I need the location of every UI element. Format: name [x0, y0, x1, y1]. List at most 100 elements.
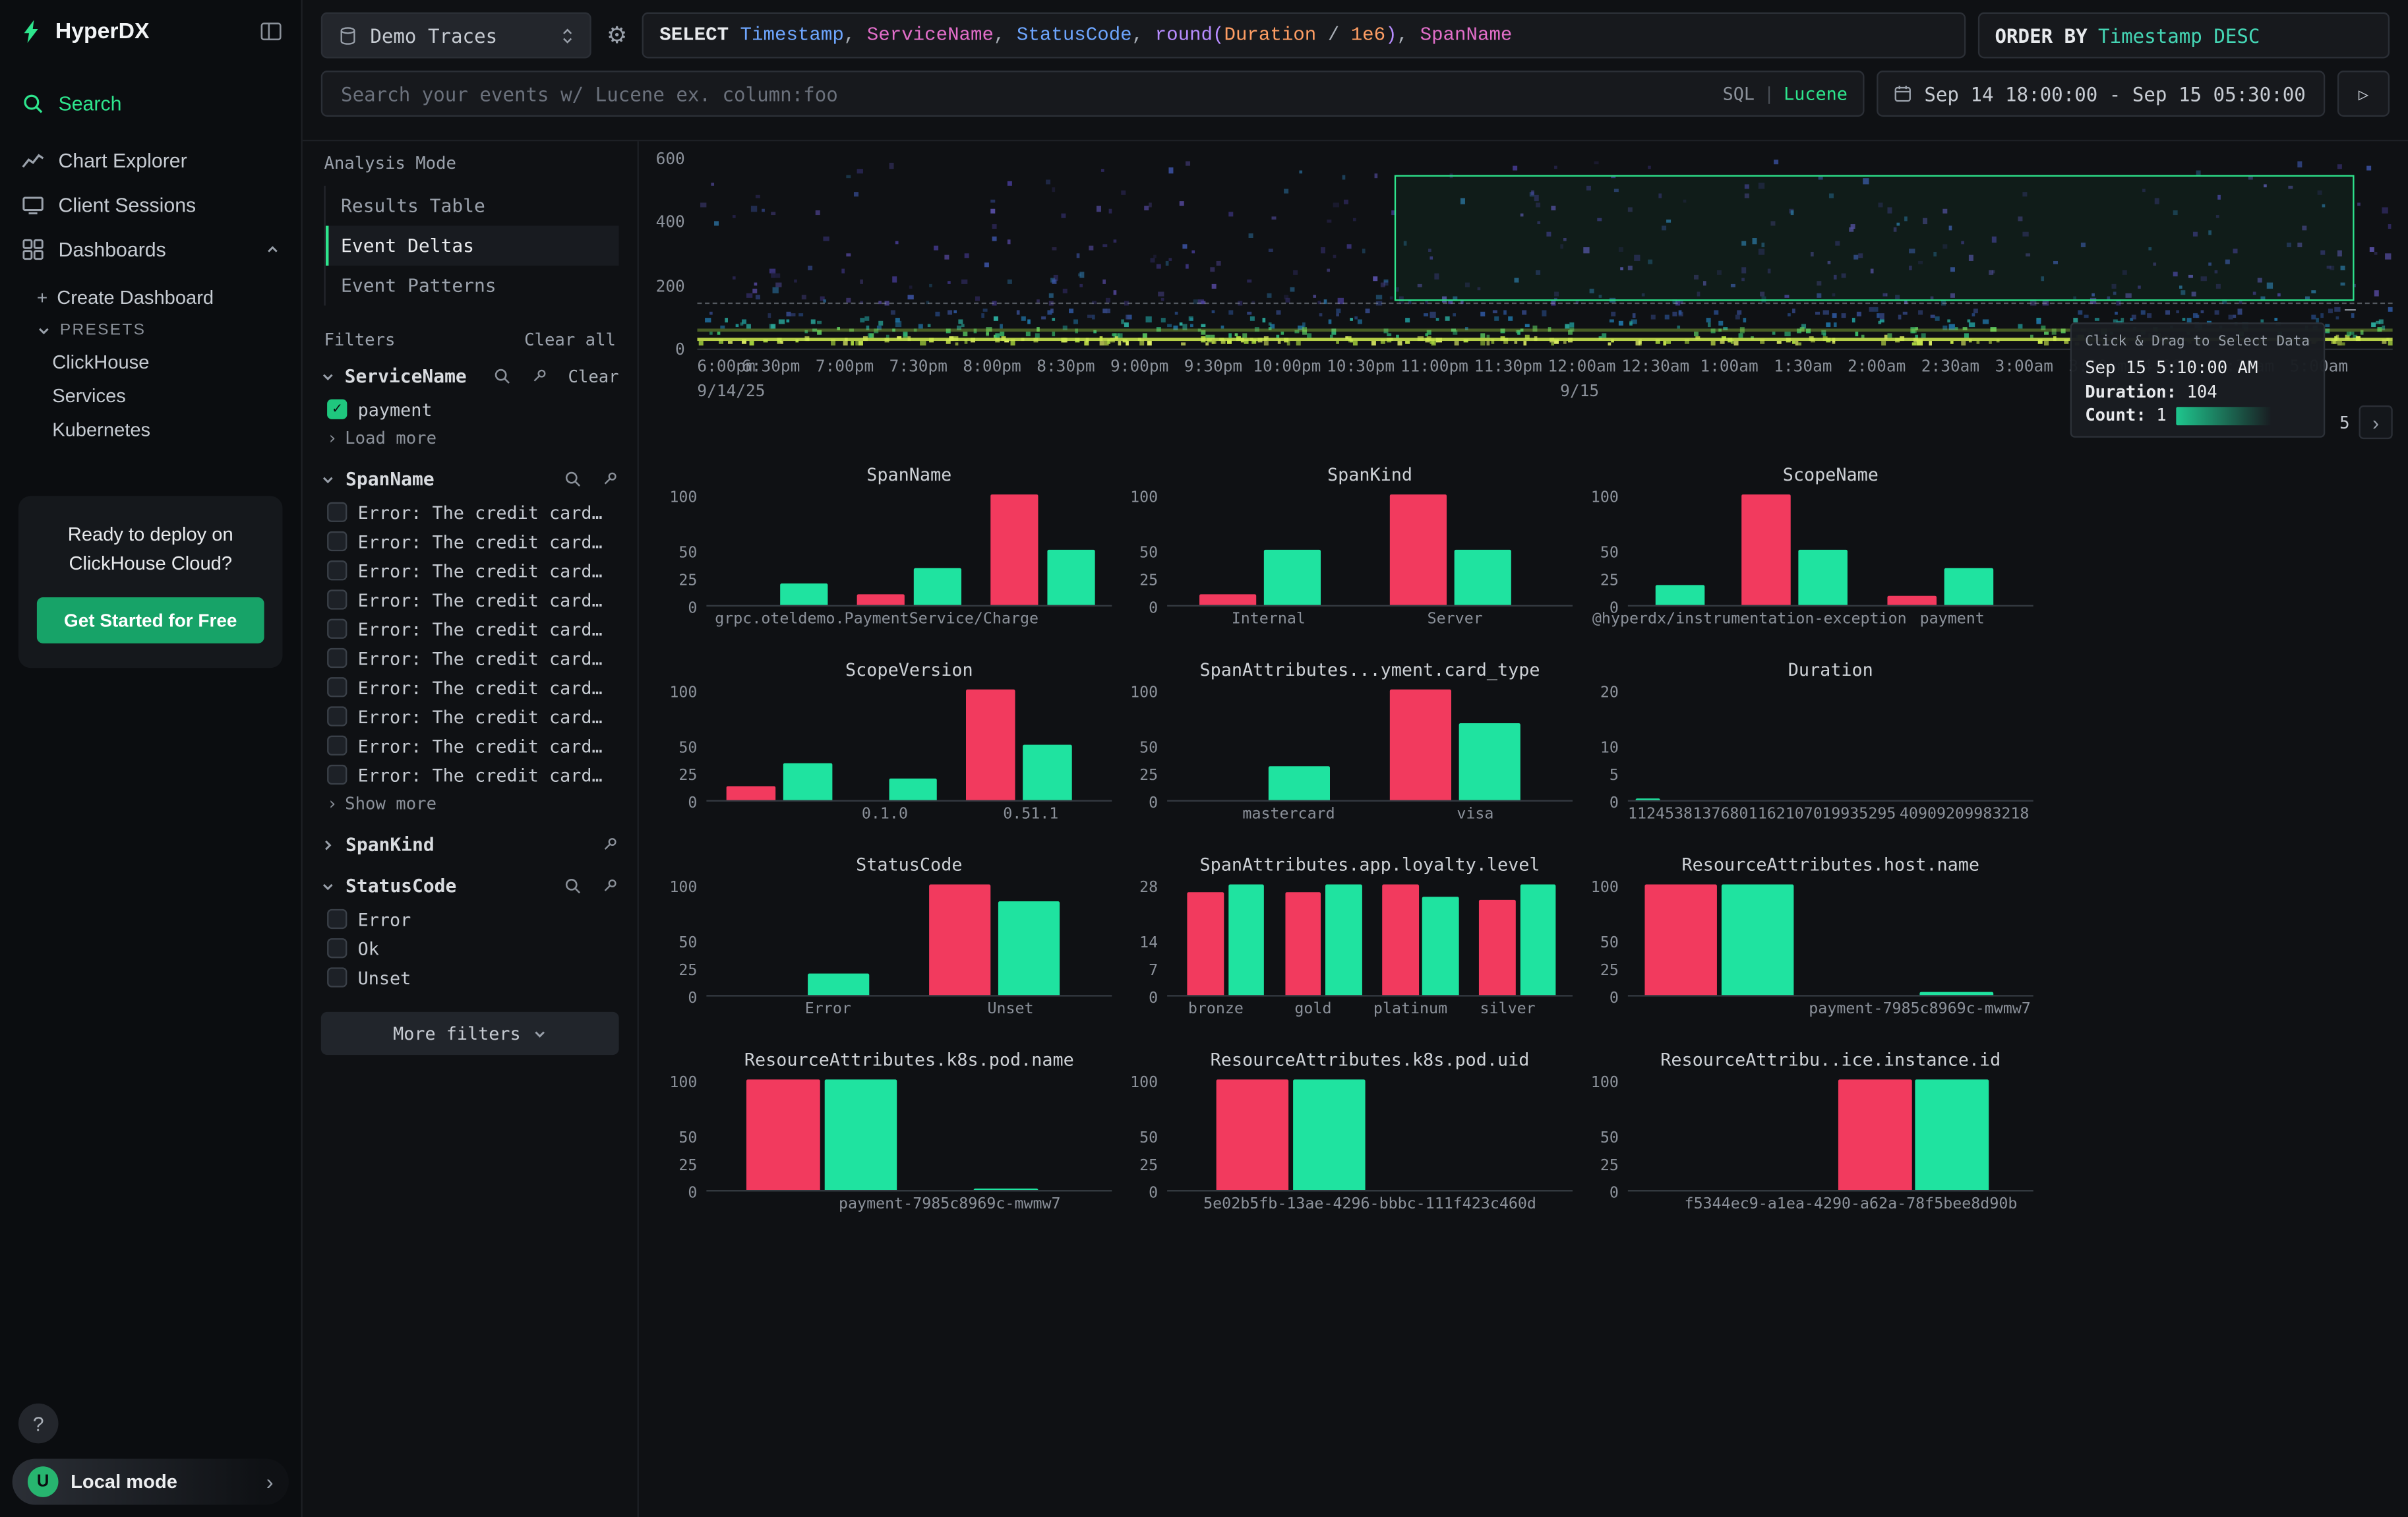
checkbox[interactable]: [327, 619, 347, 639]
bar-green[interactable]: [1636, 798, 1660, 800]
bar-red[interactable]: [1284, 893, 1321, 996]
bar-green[interactable]: [1920, 992, 1993, 995]
source-select[interactable]: Demo Traces: [321, 13, 591, 59]
get-started-button[interactable]: Get Started for Free: [37, 597, 264, 643]
bar-green[interactable]: [1265, 550, 1321, 605]
bar-red[interactable]: [1390, 690, 1451, 800]
chevron-right-icon[interactable]: [321, 838, 338, 852]
analysis-mode-event-patterns[interactable]: Event Patterns: [326, 266, 619, 306]
chevron-down-icon[interactable]: [321, 879, 338, 893]
checkbox[interactable]: [327, 706, 347, 726]
analysis-mode-results-table[interactable]: Results Table: [326, 186, 619, 226]
search-input[interactable]: [338, 80, 1710, 107]
load-more-button[interactable]: ›Show more: [321, 789, 619, 814]
sidebar-item-search[interactable]: Search: [0, 81, 301, 126]
bar-green[interactable]: [783, 763, 832, 800]
filter-option[interactable]: Error: The credit card (…: [321, 672, 619, 701]
filter-option[interactable]: Error: The credit card (…: [321, 614, 619, 643]
chart-plot[interactable]: [1628, 496, 2033, 607]
checkbox[interactable]: [327, 736, 347, 756]
bar-red[interactable]: [1887, 596, 1936, 605]
timeline-plot[interactable]: [697, 154, 2392, 350]
checkbox[interactable]: [327, 909, 347, 929]
checkbox[interactable]: [327, 938, 347, 958]
filter-option[interactable]: Error: The credit card (…: [321, 760, 619, 789]
chart-plot[interactable]: [706, 886, 1112, 997]
date-range-picker[interactable]: Sep 14 18:00:00 - Sep 15 05:30:00: [1877, 71, 2325, 117]
selection-rectangle[interactable]: [1394, 175, 2353, 301]
checkbox[interactable]: [327, 967, 347, 987]
bar-green[interactable]: [1422, 897, 1459, 996]
events-timeline-chart[interactable]: 6004002000 6:00pm6:30pm7:00pm7:30pm8:00p…: [639, 141, 2408, 411]
bar-green[interactable]: [913, 568, 962, 605]
bar-green[interactable]: [998, 901, 1059, 996]
sidebar-item-client-sessions[interactable]: Client Sessions: [0, 183, 301, 227]
sidebar-item-create-dashboard[interactable]: +Create Dashboard: [0, 281, 301, 314]
filter-option[interactable]: Unset: [321, 963, 619, 992]
filter-option[interactable]: Error: The credit card (…: [321, 643, 619, 672]
bar-green[interactable]: [1915, 1079, 1989, 1190]
sql-select-input[interactable]: SELECT Timestamp, ServiceName, StatusCod…: [643, 13, 1966, 59]
bar-red[interactable]: [1382, 885, 1418, 996]
filter-option[interactable]: Error: The credit card (…: [321, 585, 619, 614]
bar-green[interactable]: [1023, 745, 1071, 800]
bar-red[interactable]: [1216, 1079, 1289, 1190]
bar-green[interactable]: [1047, 550, 1096, 605]
bar-red[interactable]: [1644, 885, 1717, 996]
bar-green[interactable]: [1293, 1079, 1366, 1190]
bar-red[interactable]: [966, 690, 1015, 800]
gear-icon[interactable]: ⚙: [603, 22, 630, 49]
next-page-button[interactable]: ›: [2359, 405, 2392, 439]
lucene-mode-toggle[interactable]: Lucene: [1784, 83, 1848, 105]
checkbox[interactable]: [327, 531, 347, 551]
bar-green[interactable]: [1325, 885, 1362, 996]
checkbox[interactable]: [327, 677, 347, 697]
bar-green[interactable]: [974, 1188, 1038, 1190]
bar-red[interactable]: [1839, 1079, 1912, 1190]
bar-red[interactable]: [1390, 494, 1447, 605]
pin-icon[interactable]: [601, 835, 619, 854]
bar-green[interactable]: [1656, 585, 1705, 605]
sidebar-item-chart-explorer[interactable]: Chart Explorer: [0, 138, 301, 183]
bar-red[interactable]: [1741, 494, 1790, 605]
bar-red[interactable]: [747, 1079, 820, 1190]
chevron-down-icon[interactable]: [321, 369, 337, 383]
sidebar-item-kubernetes[interactable]: Kubernetes: [0, 413, 301, 447]
clear-filter-button[interactable]: Clear: [568, 366, 618, 386]
more-filters-button[interactable]: More filters: [321, 1012, 619, 1055]
bar-green[interactable]: [779, 583, 828, 605]
chart-plot[interactable]: [1628, 886, 2033, 997]
pin-icon[interactable]: [529, 367, 548, 386]
chart-plot[interactable]: [706, 496, 1112, 607]
filter-option[interactable]: Error: [321, 905, 619, 934]
bar-green[interactable]: [824, 1079, 897, 1190]
collapse-sidebar-icon[interactable]: [260, 20, 283, 43]
load-more-button[interactable]: ›Load more: [321, 424, 619, 448]
chart-plot[interactable]: [1628, 691, 2033, 802]
bar-green[interactable]: [1455, 550, 1512, 605]
bar-green[interactable]: [808, 973, 868, 996]
filter-option[interactable]: Error: The credit card (…: [321, 731, 619, 760]
local-mode-button[interactable]: U Local mode ›: [13, 1459, 289, 1505]
bar-red[interactable]: [727, 787, 775, 800]
checkbox[interactable]: [327, 589, 347, 609]
bar-red[interactable]: [1188, 893, 1224, 996]
bar-green[interactable]: [1798, 550, 1847, 605]
search-icon[interactable]: [564, 877, 582, 895]
filter-option[interactable]: Ok: [321, 934, 619, 963]
chart-plot[interactable]: [1167, 1081, 1573, 1192]
pin-icon[interactable]: [601, 470, 619, 489]
checkbox[interactable]: [327, 560, 347, 580]
bar-green[interactable]: [889, 778, 938, 800]
chevron-up-icon[interactable]: [266, 243, 280, 256]
bar-green[interactable]: [1269, 767, 1329, 800]
order-by-input[interactable]: ORDER BY Timestamp DESC: [1978, 13, 2390, 59]
filter-option[interactable]: Error: The credit card (…: [321, 556, 619, 585]
bar-green[interactable]: [1459, 723, 1520, 800]
chart-plot[interactable]: [1167, 886, 1573, 997]
sql-mode-toggle[interactable]: SQL: [1723, 83, 1755, 105]
search-icon[interactable]: [564, 470, 582, 489]
filter-option[interactable]: ✓payment: [321, 395, 619, 424]
sidebar-item-dashboards[interactable]: Dashboards: [0, 227, 301, 272]
bar-red[interactable]: [990, 494, 1039, 605]
